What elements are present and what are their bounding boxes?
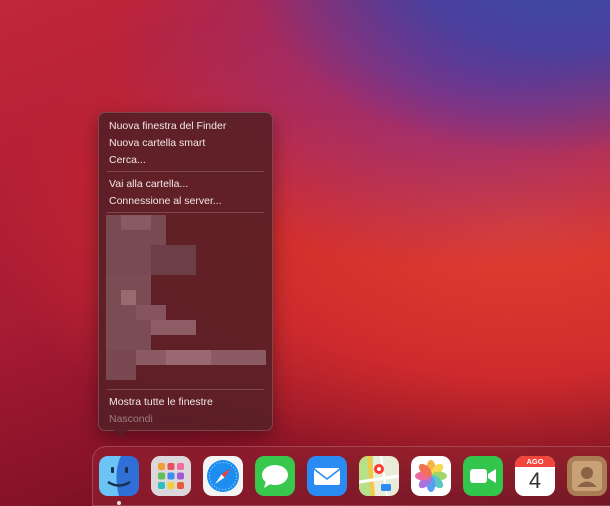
dock-app-safari[interactable] (203, 456, 243, 496)
menu-item-connect-to-server[interactable]: Connessione al server... (109, 194, 222, 208)
dock-app-launchpad[interactable] (151, 456, 191, 496)
contacts-icon (567, 456, 607, 496)
dock-app-finder[interactable] (99, 456, 139, 496)
menu-item-search[interactable]: Cerca... (109, 153, 146, 167)
calendar-icon: AGO 4 (515, 456, 555, 496)
dock-app-calendar[interactable]: AGO 4 (515, 456, 555, 496)
safari-icon (203, 456, 243, 496)
desktop-wallpaper (0, 0, 610, 506)
running-indicator (117, 501, 121, 505)
calendar-month: AGO (526, 457, 544, 466)
launchpad-icon (151, 456, 191, 496)
menu-item-hide: Nascondi (109, 413, 153, 425)
menu-separator (107, 389, 264, 390)
dock-app-contacts[interactable] (567, 456, 607, 496)
menu-separator (107, 212, 264, 213)
maps-icon (359, 456, 399, 496)
facetime-icon (463, 456, 503, 496)
finder-dock-context-menu: Nuova finestra del Finder Nuova cartella… (98, 112, 273, 437)
pixelated-recent-folders (106, 215, 268, 385)
dock-app-facetime[interactable] (463, 456, 503, 496)
menu-item-show-all-windows[interactable]: Mostra tutte le finestre (109, 395, 213, 409)
finder-icon (99, 456, 139, 496)
menu-item-go-to-folder[interactable]: Vai alla cartella... (109, 177, 188, 191)
dock-app-mail[interactable] (307, 456, 347, 496)
menu-item-new-finder-window[interactable]: Nuova finestra del Finder (109, 119, 226, 133)
messages-icon (255, 456, 295, 496)
mail-icon (307, 456, 347, 496)
menu-separator (107, 171, 264, 172)
dock-app-maps[interactable] (359, 456, 399, 496)
photos-icon (411, 456, 451, 496)
dock-app-messages[interactable] (255, 456, 295, 496)
calendar-day: 4 (528, 468, 542, 493)
dock-app-photos[interactable] (411, 456, 451, 496)
menu-item-new-smart-folder[interactable]: Nuova cartella smart (109, 136, 205, 150)
